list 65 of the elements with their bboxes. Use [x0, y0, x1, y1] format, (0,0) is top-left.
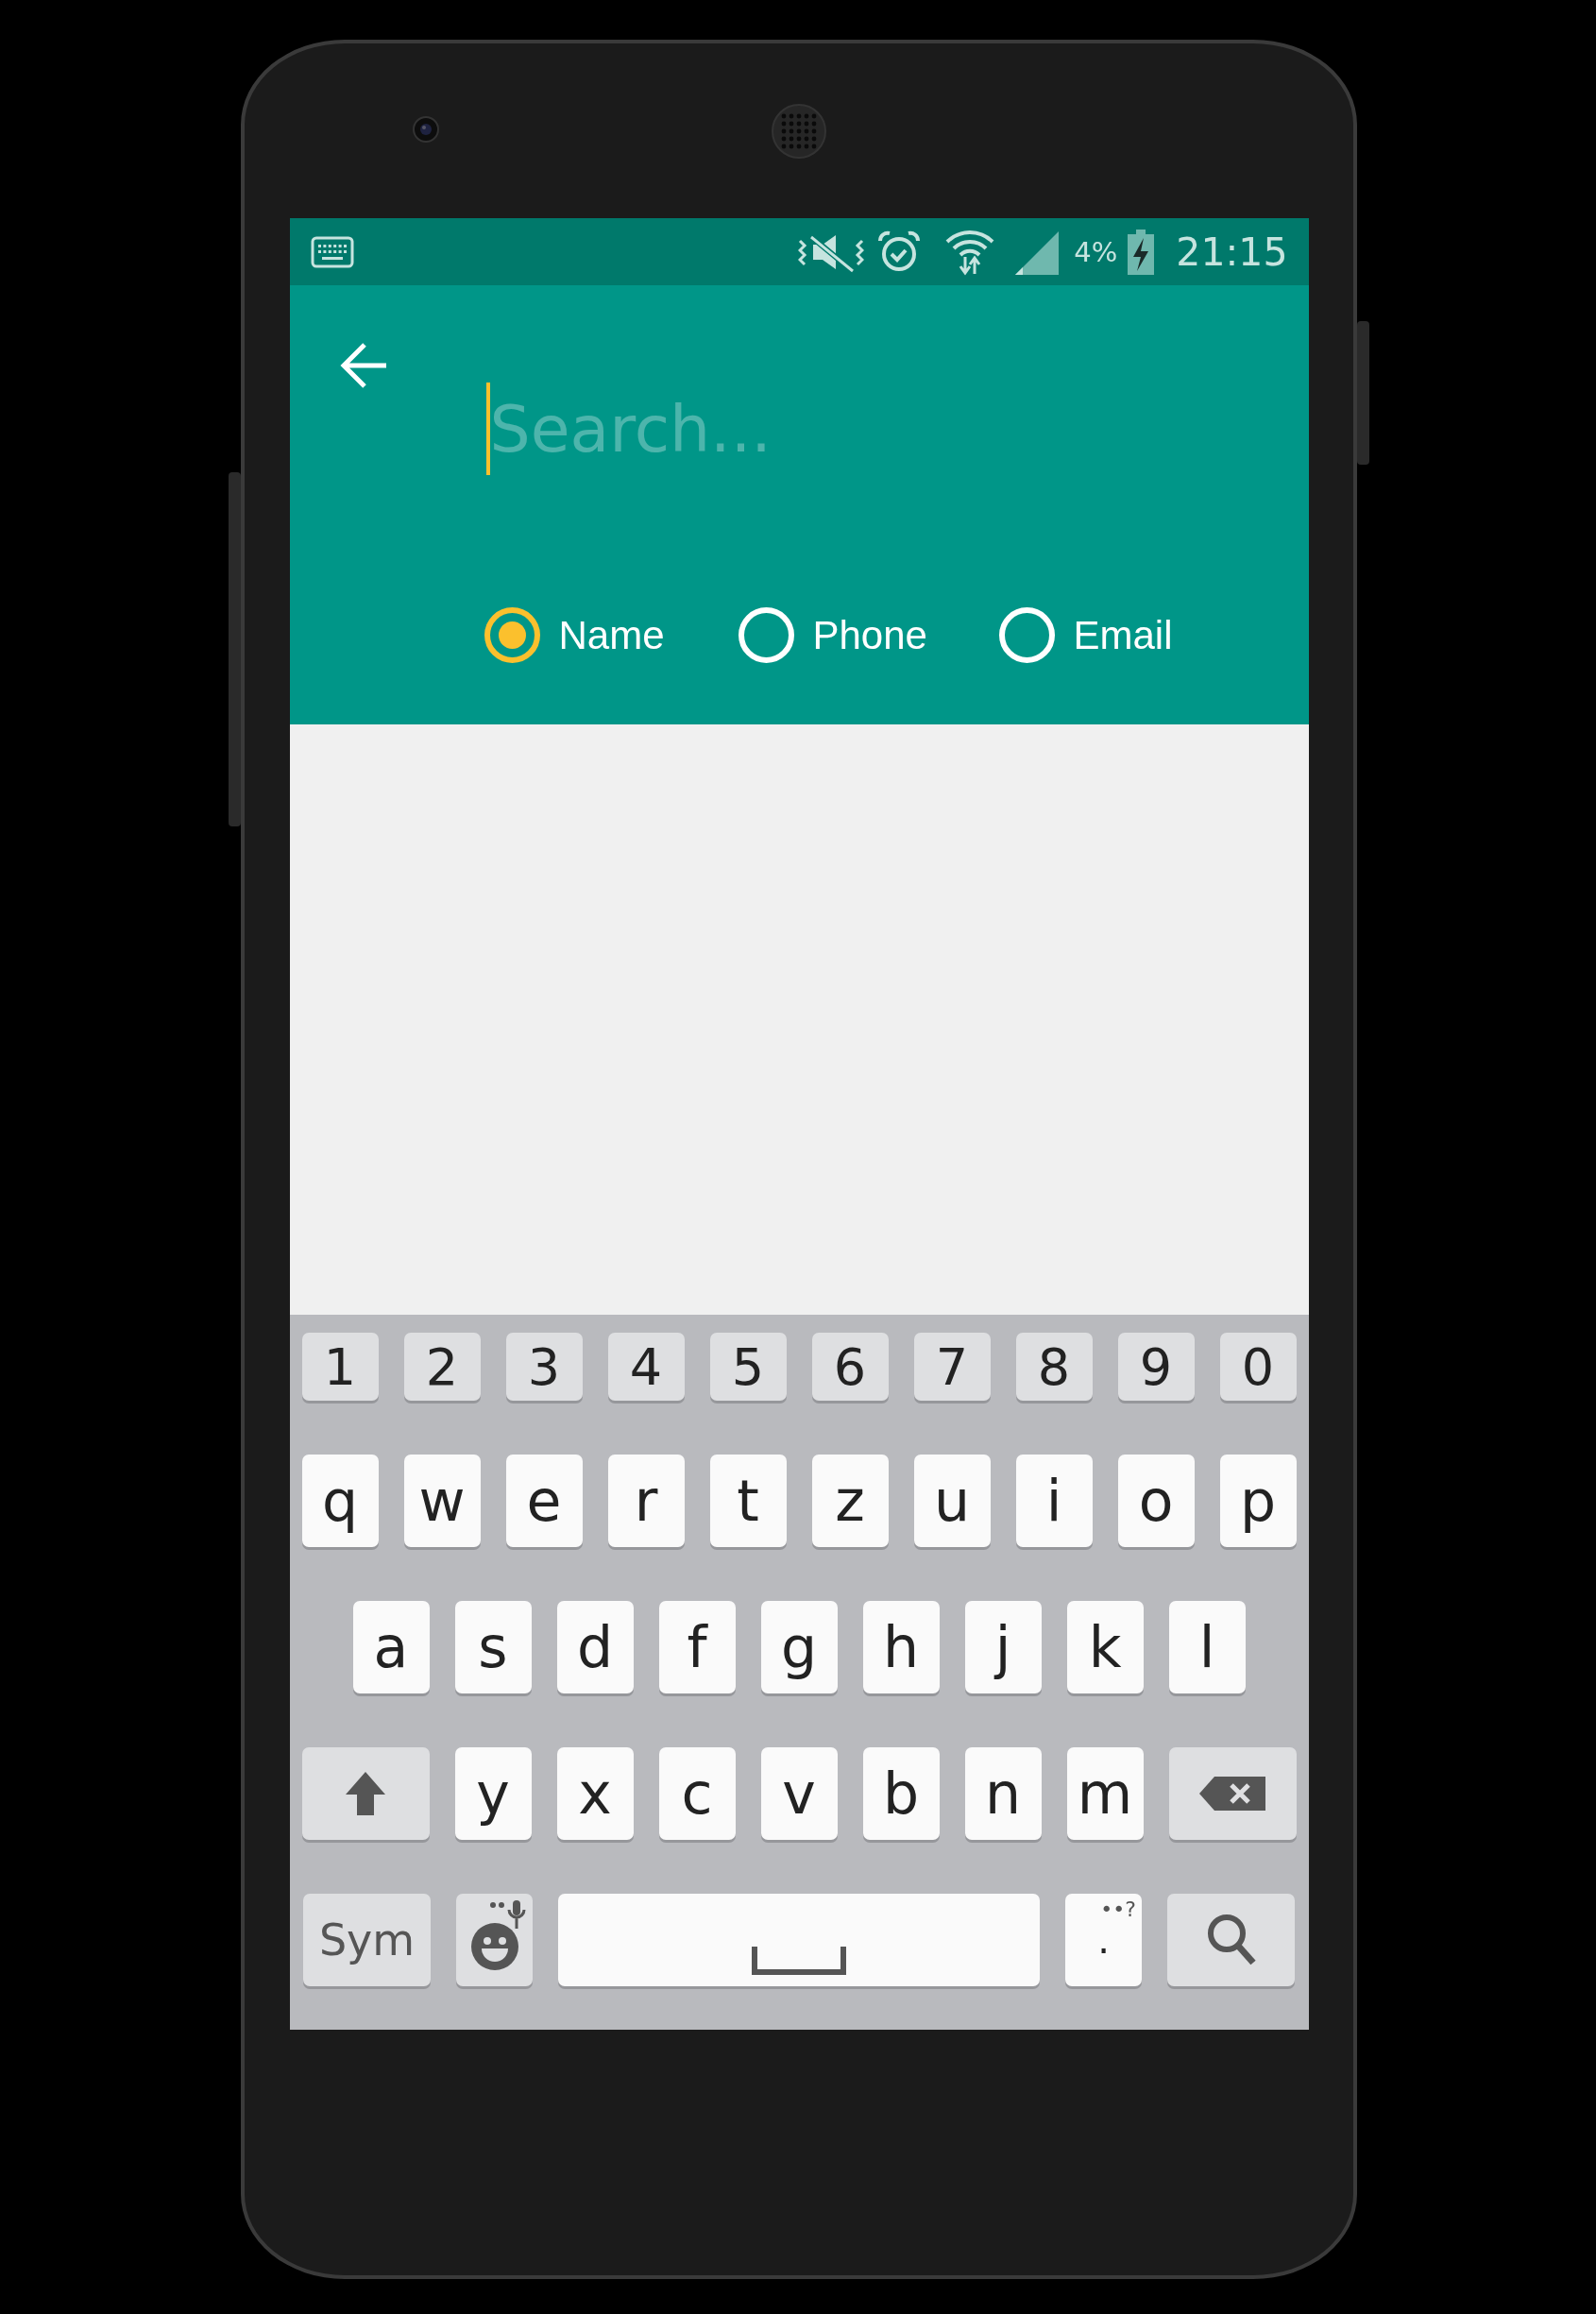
- key[interactable]: z: [811, 1455, 889, 1547]
- radio-option[interactable]: Name: [484, 607, 739, 663]
- key[interactable]: 2: [403, 1333, 481, 1401]
- radio-option[interactable]: Email: [998, 607, 1188, 663]
- key[interactable]: l: [1168, 1601, 1246, 1693]
- key[interactable]: 1: [301, 1333, 379, 1401]
- key[interactable]: 3: [505, 1333, 583, 1401]
- shift-arrow-icon: [344, 1770, 387, 1817]
- key[interactable]: 6: [811, 1333, 889, 1401]
- key[interactable]: d: [556, 1601, 634, 1693]
- alarm-clock-icon: [877, 230, 922, 274]
- speaker-grille-icon: [772, 103, 826, 159]
- radio-option[interactable]: Phone: [738, 607, 999, 663]
- key[interactable]: c: [658, 1747, 736, 1840]
- key[interactable]: 5: [709, 1333, 787, 1401]
- keyboard-icon: [310, 235, 354, 268]
- key[interactable]: b: [862, 1747, 940, 1840]
- space-bar-icon: [752, 1947, 846, 1975]
- clock-time: 21:15: [1176, 229, 1288, 275]
- key[interactable]: x: [556, 1747, 634, 1840]
- key[interactable]: p: [1219, 1455, 1297, 1547]
- key-hint: ••?: [1100, 1897, 1136, 1921]
- key[interactable]: j: [964, 1601, 1042, 1693]
- key[interactable]: a: [352, 1601, 430, 1693]
- key[interactable]: y: [454, 1747, 532, 1840]
- key[interactable]: . ••?: [1065, 1894, 1142, 1986]
- emoji-key[interactable]: [456, 1894, 533, 1986]
- battery-charging-icon: [1127, 229, 1156, 275]
- radio-button[interactable]: [484, 607, 540, 663]
- backspace-icon: [1197, 1775, 1267, 1812]
- key[interactable]: 8: [1015, 1333, 1093, 1401]
- key[interactable]: f: [658, 1601, 736, 1693]
- search-key[interactable]: [1167, 1894, 1295, 1986]
- battery-percentage: 4%: [1074, 235, 1118, 268]
- key[interactable]: g: [760, 1601, 838, 1693]
- key[interactable]: w: [403, 1455, 481, 1547]
- symbols-key[interactable]: Sym: [303, 1894, 431, 1986]
- key[interactable]: v: [760, 1747, 838, 1840]
- smiley-icon: [469, 1922, 519, 1971]
- key[interactable]: m: [1066, 1747, 1144, 1840]
- shift-key[interactable]: [301, 1747, 430, 1840]
- key[interactable]: k: [1066, 1601, 1144, 1693]
- microphone-icon: [489, 1899, 527, 1931]
- radio-label: Phone: [812, 612, 927, 658]
- search-icon: [1206, 1914, 1256, 1966]
- radio-label: Email: [1073, 612, 1173, 658]
- wifi-icon: [945, 228, 995, 276]
- key[interactable]: h: [862, 1601, 940, 1693]
- search-field[interactable]: Search...: [489, 391, 1151, 467]
- key[interactable]: q: [301, 1455, 379, 1547]
- backspace-key[interactable]: [1168, 1747, 1297, 1840]
- key[interactable]: u: [913, 1455, 991, 1547]
- key[interactable]: 0: [1219, 1333, 1297, 1401]
- key[interactable]: t: [709, 1455, 787, 1547]
- key[interactable]: o: [1117, 1455, 1195, 1547]
- key[interactable]: 4: [607, 1333, 685, 1401]
- key[interactable]: i: [1015, 1455, 1093, 1547]
- radio-label: Name: [558, 612, 665, 658]
- key[interactable]: r: [607, 1455, 685, 1547]
- camera-icon: [413, 115, 439, 143]
- key[interactable]: 7: [913, 1333, 991, 1401]
- key[interactable]: e: [505, 1455, 583, 1547]
- key[interactable]: 9: [1117, 1333, 1195, 1401]
- key[interactable]: n: [964, 1747, 1042, 1840]
- key[interactable]: s: [454, 1601, 532, 1693]
